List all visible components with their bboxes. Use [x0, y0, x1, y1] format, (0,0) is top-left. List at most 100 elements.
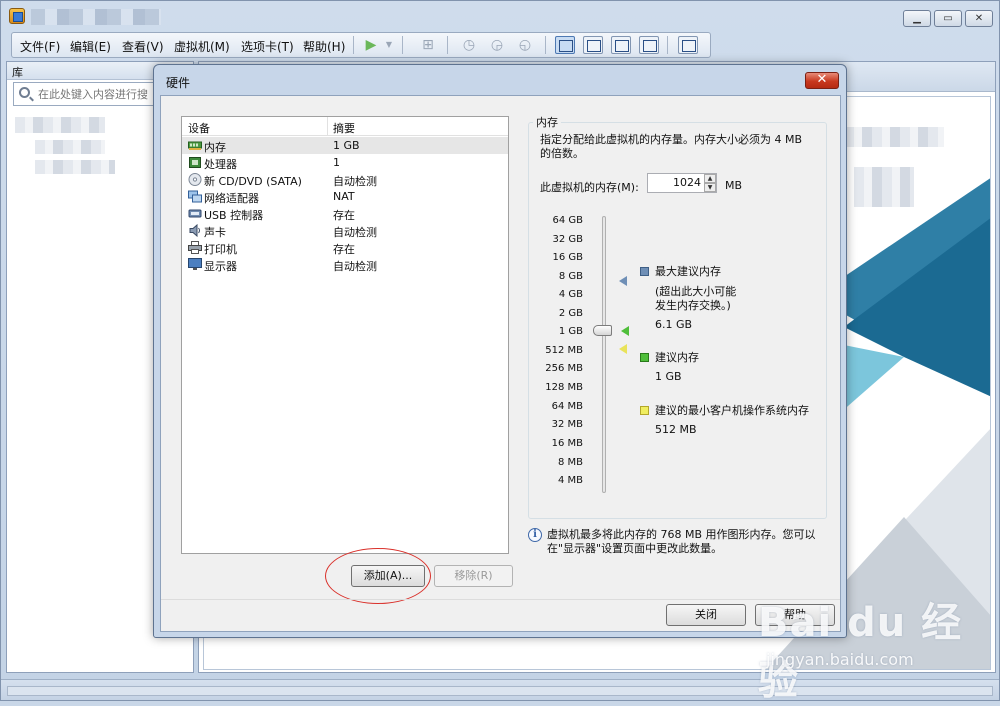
menu-tabs[interactable]: 选项卡(T)	[241, 38, 294, 55]
menu-vm[interactable]: 虚拟机(M)	[174, 38, 230, 55]
printer-icon	[188, 241, 202, 254]
close-window-icon[interactable]: ✕	[965, 10, 993, 27]
device-row-cd-dvd[interactable]: 新 CD/DVD (SATA) 自动检测	[182, 171, 508, 188]
snapshot-icon[interactable]: ◷	[460, 37, 478, 53]
device-row-printer[interactable]: 打印机 存在	[182, 239, 508, 256]
banner-text-blurred	[844, 127, 944, 147]
device-summary: 1	[333, 156, 340, 169]
maximize-icon[interactable]: ▭	[934, 10, 962, 27]
slider-tick-label: 2 GB	[558, 308, 583, 319]
remove-device-button[interactable]: 移除(R)	[434, 565, 513, 587]
memory-unit-label: MB	[725, 179, 743, 192]
recommended-memory-legend-value: 1 GB	[655, 370, 682, 383]
column-summary[interactable]: 摘要	[333, 120, 355, 136]
spin-down-icon[interactable]: ▼	[704, 183, 716, 192]
info-line: 在"显示器"设置页面中更改此数量。	[547, 542, 723, 555]
power-on-icon[interactable]: ▶	[362, 37, 380, 53]
slider-tick-label: 4 MB	[557, 475, 583, 486]
console-view-icon[interactable]	[678, 36, 698, 54]
add-device-button[interactable]: 添加(A)...	[351, 565, 425, 587]
slider-tick-label: 128 MB	[545, 382, 583, 393]
search-icon	[19, 87, 30, 98]
memory-slider-thumb[interactable]	[593, 325, 612, 336]
menu-bar: 文件(F) 编辑(E) 查看(V) 虚拟机(M) 选项卡(T) 帮助(H) ▶ …	[11, 32, 711, 58]
sound-icon	[189, 224, 200, 237]
toolbar-separator	[667, 36, 668, 54]
device-name: 处理器	[204, 158, 237, 171]
device-row-sound[interactable]: 声卡 自动检测	[182, 222, 508, 239]
max-memory-legend-title: 最大建议内存	[655, 265, 721, 278]
monitor-icon	[188, 258, 202, 270]
device-row-usb[interactable]: USB 控制器 存在	[182, 205, 508, 222]
slider-tick-label: 32 GB	[552, 234, 583, 245]
memory-icon	[188, 141, 202, 150]
device-list-header: 设备 摘要	[182, 117, 508, 136]
memory-description-line: 指定分配给此虚拟机的内存量。内存大小必须为 4 MB	[540, 133, 803, 146]
device-name: 声卡	[204, 226, 226, 239]
column-device[interactable]: 设备	[188, 120, 210, 136]
device-name: USB 控制器	[204, 209, 264, 222]
slider-tick-label: 512 MB	[545, 345, 583, 356]
device-row-monitor[interactable]: 显示器 自动检测	[182, 256, 508, 273]
revert-snapshot-icon[interactable]: ◶	[488, 37, 506, 53]
memory-size-spinner[interactable]: 1024 ▲ ▼	[647, 173, 717, 193]
vmware-logo-icon	[9, 8, 25, 24]
toolbar-separator	[545, 36, 546, 54]
device-name: 打印机	[204, 243, 237, 256]
library-item-blurred[interactable]	[35, 160, 115, 174]
device-row-cpu[interactable]: 处理器 1	[182, 154, 508, 171]
device-list[interactable]: 设备 摘要 内存 1 GB 处理器 1 新 CD/DVD (SATA) 自动检测	[181, 116, 509, 554]
device-name: 显示器	[204, 260, 237, 273]
recommended-memory-legend-title: 建议内存	[655, 351, 699, 364]
library-item-blurred[interactable]	[35, 140, 105, 154]
info-icon: i	[528, 528, 542, 542]
spin-up-icon[interactable]: ▲	[704, 174, 716, 183]
max-memory-legend-note: 发生内存交换。)	[655, 299, 731, 312]
min-recommended-marker-icon	[619, 344, 627, 354]
column-divider[interactable]	[327, 117, 328, 136]
cd-dvd-icon	[188, 173, 202, 186]
menu-edit[interactable]: 编辑(E)	[70, 38, 111, 55]
thumbnail-bar-icon[interactable]	[583, 36, 603, 54]
min-memory-legend-icon	[640, 406, 649, 415]
power-dropdown-icon[interactable]: ▼	[380, 37, 398, 53]
title-bar: ▁ ▭ ✕	[1, 1, 999, 31]
max-memory-legend-icon	[640, 267, 649, 276]
slider-tick-label: 16 MB	[551, 438, 583, 449]
memory-group-title: 内存	[533, 114, 561, 130]
show-library-icon[interactable]	[555, 36, 575, 54]
device-row-network[interactable]: 网络适配器 NAT	[182, 188, 508, 205]
dialog-title: 硬件	[166, 76, 191, 90]
dialog-close-icon[interactable]: ✕	[805, 72, 839, 89]
max-memory-legend-value: 6.1 GB	[655, 318, 693, 331]
device-summary: 存在	[333, 209, 355, 222]
device-name: 内存	[204, 141, 226, 154]
device-name: 网络适配器	[204, 192, 259, 205]
memory-slider-track[interactable]	[602, 216, 606, 493]
watermark-url: jingyan.baidu.com	[766, 650, 914, 669]
unity-icon[interactable]	[639, 36, 659, 54]
snapshot-manager-icon[interactable]: ◵	[516, 37, 534, 53]
memory-size-label: 此虚拟机的内存(M):	[540, 181, 639, 194]
menu-file[interactable]: 文件(F)	[20, 38, 60, 55]
toolbar-separator	[402, 36, 403, 54]
full-screen-icon[interactable]	[611, 36, 631, 54]
device-row-memory[interactable]: 内存 1 GB	[182, 137, 508, 154]
menu-view[interactable]: 查看(V)	[122, 38, 164, 55]
min-memory-legend-value: 512 MB	[655, 423, 697, 436]
slider-tick-label: 8 MB	[557, 457, 583, 468]
send-keys-icon[interactable]: ⊞	[419, 37, 437, 53]
minimize-icon[interactable]: ▁	[903, 10, 931, 27]
device-summary: 存在	[333, 243, 355, 256]
memory-description-line: 的倍数。	[540, 147, 584, 160]
close-dialog-button[interactable]: 关闭	[666, 604, 746, 626]
toolbar-separator	[447, 36, 448, 54]
slider-tick-label: 16 GB	[552, 252, 583, 263]
network-icon	[188, 190, 202, 203]
dialog-footer-separator	[161, 599, 840, 600]
menu-help[interactable]: 帮助(H)	[303, 38, 345, 55]
memory-size-input[interactable]: 1024	[648, 176, 701, 189]
slider-tick-label: 64 GB	[552, 215, 583, 226]
graphics-memory-info: 虚拟机最多将此内存的 768 MB 用作图形内存。您可以 在"显示器"设置页面中…	[547, 528, 837, 556]
library-item-blurred[interactable]	[15, 117, 105, 133]
